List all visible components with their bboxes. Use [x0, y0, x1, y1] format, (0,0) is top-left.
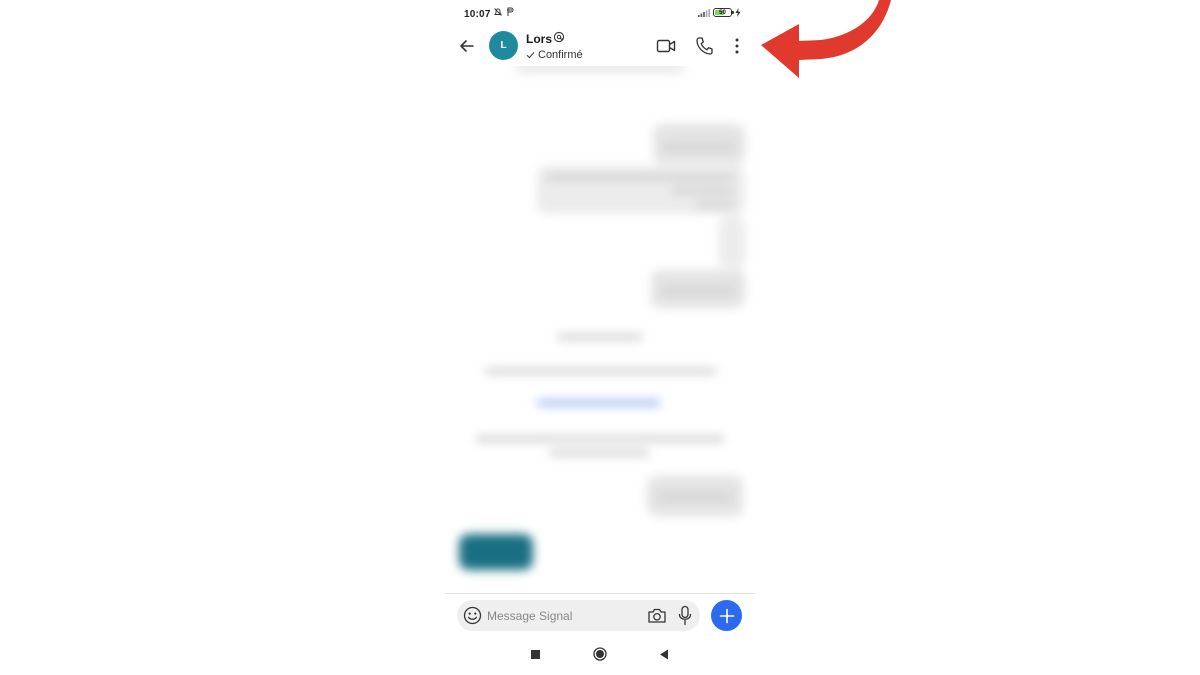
- blurred-text: [545, 174, 735, 180]
- blurred-text: [695, 202, 735, 208]
- blurred-text: [557, 334, 643, 340]
- phone-call-icon[interactable]: [695, 36, 713, 56]
- message-bubble-incoming: [459, 534, 533, 570]
- camera-icon[interactable]: [647, 606, 667, 625]
- status-bar: 10:07 50: [445, 0, 755, 28]
- blurred-text: [475, 436, 725, 442]
- blurred-text: [549, 450, 649, 456]
- blurred-messages: [445, 66, 755, 592]
- video-call-icon[interactable]: [656, 37, 676, 55]
- emoji-icon[interactable]: [463, 606, 482, 625]
- status-time: 10:07: [464, 9, 491, 20]
- note-to-self-badge-icon: [553, 31, 565, 43]
- blurred-text: [663, 144, 735, 150]
- attach-button[interactable]: [711, 600, 742, 631]
- battery-indicator: 50: [713, 8, 734, 17]
- signal-icon: [698, 8, 710, 17]
- contact-status[interactable]: Confirmé: [526, 49, 583, 61]
- charging-bolt-icon: [735, 8, 741, 17]
- contact-name[interactable]: Lors: [526, 32, 552, 46]
- blurred-text: [661, 288, 735, 294]
- blurred-text: [657, 494, 733, 500]
- plus-icon: [719, 608, 734, 623]
- microphone-icon[interactable]: [677, 605, 693, 626]
- status-icons-left: [493, 7, 514, 17]
- payment-app-icon: [507, 7, 514, 16]
- recent-apps-icon[interactable]: [531, 650, 540, 659]
- chat-header: L Lors Confirmé: [445, 28, 755, 66]
- phone-screen: 10:07 50 L Lors Confirmé Message Signal: [445, 0, 755, 675]
- annotation-arrow-icon: [761, 0, 891, 78]
- blurred-text: [485, 368, 717, 374]
- composer-field: [457, 600, 700, 631]
- avatar[interactable]: L: [489, 31, 518, 60]
- system-nav-bar: [445, 637, 755, 675]
- back-arrow-icon[interactable]: [457, 36, 477, 56]
- contact-status-label: Confirmé: [538, 49, 583, 61]
- conversation-area[interactable]: [445, 66, 755, 592]
- nav-back-icon[interactable]: [659, 649, 669, 660]
- message-input[interactable]: [487, 600, 637, 631]
- message-bubble: [719, 216, 745, 268]
- checkmark-icon: [526, 52, 535, 59]
- blurred-header-strip: [515, 66, 685, 74]
- status-icons-right: 50: [698, 8, 741, 17]
- home-icon[interactable]: [593, 647, 607, 661]
- battery-level: 50: [719, 9, 726, 16]
- blurred-link: [537, 400, 661, 406]
- screenshot-canvas: 10:07 50 L Lors Confirmé Message Signal: [0, 0, 1200, 675]
- more-options-icon[interactable]: [729, 36, 745, 56]
- blurred-text: [671, 188, 735, 194]
- bell-muted-icon: [494, 8, 502, 16]
- message-composer: [445, 593, 755, 638]
